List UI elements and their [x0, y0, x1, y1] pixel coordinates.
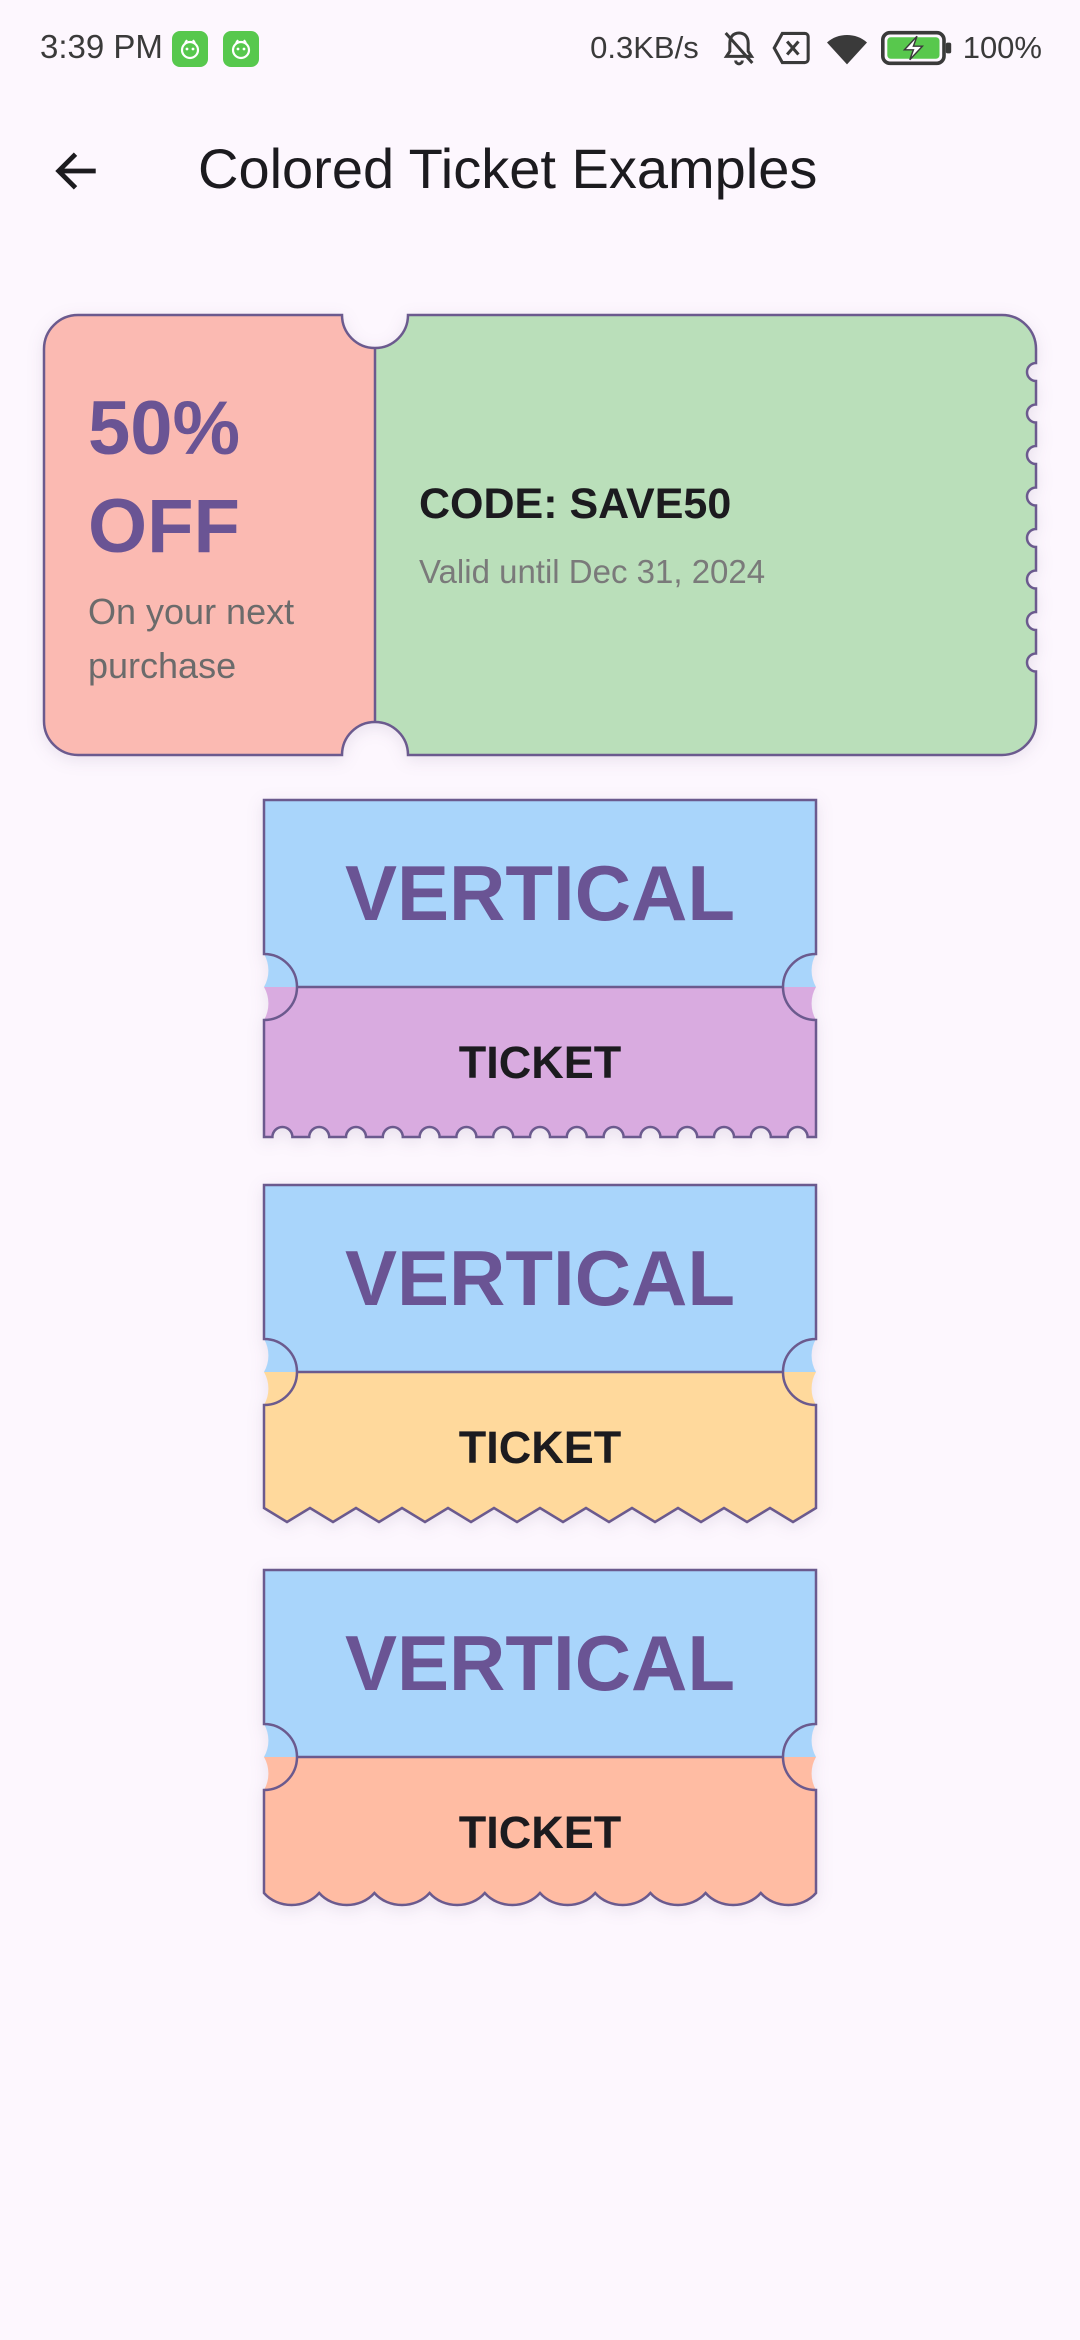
vertical-ticket-2-top-label: VERTICAL	[345, 1234, 735, 1322]
vertical-ticket-3-bottom-label: TICKET	[458, 1807, 622, 1858]
vertical-ticket-3-top-label: VERTICAL	[345, 1619, 735, 1707]
vertical-ticket-1-top-label: VERTICAL	[345, 849, 735, 937]
coupon-discount: 50% OFF	[88, 386, 241, 569]
coupon-validity: Valid until Dec 31, 2024	[419, 553, 766, 590]
coupon-subtitle: On your next purchase	[88, 591, 295, 686]
tickets-canvas	[42, 313, 1038, 1907]
vertical-ticket-1-bottom-label: TICKET	[458, 1037, 622, 1088]
coupon-code: CODE: SAVE50	[419, 480, 732, 528]
vertical-tickets-layer	[262, 798, 818, 1907]
vertical-ticket-2-bottom-label: TICKET	[458, 1422, 622, 1473]
coupon-right-section	[375, 315, 1036, 755]
